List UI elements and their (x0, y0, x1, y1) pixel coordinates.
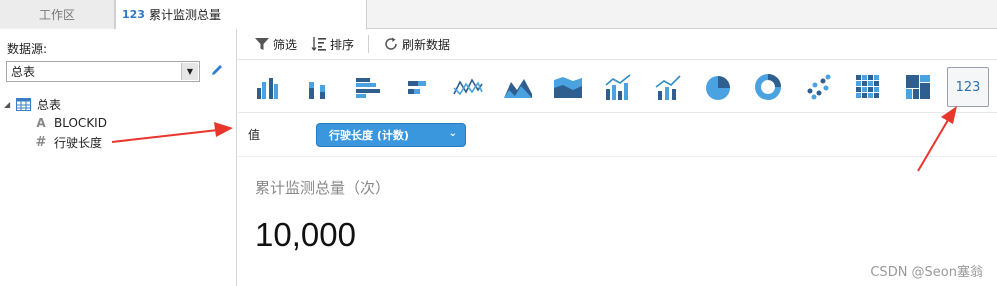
dropdown-arrow-icon[interactable]: ▼ (181, 63, 198, 80)
chart-type-stacked-bar[interactable] (398, 67, 438, 107)
text-field-icon: A (36, 116, 46, 130)
tab-bar: 工作区 123 累计监测总量 (0, 0, 997, 30)
chart-type-stacked-column[interactable] (298, 67, 338, 107)
tab-kpi-icon: 123 (122, 8, 145, 21)
column-chart-icon (257, 78, 278, 99)
chart-type-scatter[interactable] (798, 67, 838, 107)
donut-chart-icon (755, 74, 781, 100)
collapse-triangle-icon[interactable]: ◢ (4, 100, 16, 109)
tree-table-node[interactable]: ◢ 总表 (4, 95, 61, 113)
chevron-down-icon: ⌄ (448, 128, 457, 139)
chart-type-area[interactable] (498, 67, 538, 107)
stacked-bar-icon (408, 81, 426, 94)
treemap-icon (906, 75, 930, 99)
sort-label: 排序 (330, 37, 355, 52)
filter-label: 筛选 (273, 37, 298, 52)
line-chart-icon (453, 78, 483, 96)
stacked-area-icon (554, 77, 582, 98)
funnel-icon (255, 38, 269, 50)
chart-type-kpi-selected[interactable]: 123 (947, 67, 989, 107)
datasource-value: 总表 (11, 65, 36, 79)
tree-table-label: 总表 (37, 97, 62, 112)
chart-type-column[interactable] (248, 67, 288, 107)
chart-type-stacked-area[interactable] (548, 67, 588, 107)
tree-field-blockid[interactable]: A BLOCKID (34, 114, 107, 132)
tab-kpi-label: 累计监测总量 (148, 8, 221, 22)
refresh-icon (385, 37, 397, 50)
sort-button[interactable]: 排序 (311, 36, 354, 53)
chart-type-grid[interactable] (848, 67, 888, 107)
pie-chart-icon (706, 76, 730, 100)
grid-table-icon (856, 75, 879, 98)
bar-chart-icon (356, 78, 380, 98)
number-field-icon: # (35, 134, 47, 150)
toolbar-divider (368, 35, 370, 53)
kpi-value: 10,000 (255, 216, 356, 253)
table-icon (16, 97, 31, 111)
value-field-text: 行驶长度 (计数) (329, 129, 409, 142)
stacked-column-icon (309, 82, 325, 99)
tab-workspace-label: 工作区 (38, 8, 75, 22)
chart-type-bar[interactable] (348, 67, 388, 107)
combo-chart-icon (605, 74, 631, 100)
kpi-title: 累计监测总量（次） (255, 179, 391, 197)
value-field-row: 值 行驶长度 (计数) ⌄ (238, 115, 997, 157)
chart-type-donut[interactable] (748, 67, 788, 107)
chart-type-treemap[interactable] (898, 67, 938, 107)
chart-type-combo[interactable] (598, 67, 638, 107)
tab-workspace[interactable]: 工作区 (0, 0, 115, 29)
scatter-chart-icon (807, 74, 831, 100)
pencil-edit-icon[interactable] (209, 62, 225, 78)
tree-field-length[interactable]: # 行驶长度 (34, 133, 102, 151)
value-label: 值 (248, 128, 261, 142)
filter-button[interactable]: 筛选 (254, 36, 297, 53)
value-field-select[interactable]: 行驶长度 (计数) ⌄ (316, 123, 466, 147)
tab-kpi-active[interactable]: 123 累计监测总量 (115, 0, 367, 30)
chart-type-line[interactable] (448, 67, 488, 107)
chart-type-pie[interactable] (698, 67, 738, 107)
refresh-button[interactable]: 刷新数据 (383, 36, 450, 53)
datasource-label: 数据源: (7, 42, 48, 56)
field-label: BLOCKID (54, 116, 107, 130)
area-chart-icon (504, 79, 532, 98)
refresh-label: 刷新数据 (402, 37, 451, 52)
app-window: 工作区 123 累计监测总量 数据源: 总表 ▼ ◢ 总表 A BLOCKID … (0, 0, 997, 286)
watermark-text: CSDN @Seon塞翁 (870, 265, 983, 280)
datasource-select[interactable]: 总表 ▼ (6, 61, 200, 82)
chart-editor: 筛选 排序 刷新数据 123 值 行驶长度 (计数) ⌄ 累计监测总量（次） 1… (238, 29, 997, 286)
chart-type-picker: 123 (238, 61, 997, 113)
toolbar: 筛选 排序 刷新数据 (238, 29, 997, 60)
kpi-number-icon: 123 (955, 79, 981, 95)
datasource-panel: 数据源: 总表 ▼ ◢ 总表 A BLOCKID # 行驶长度 (0, 29, 237, 286)
chart-type-combo-line[interactable] (648, 67, 688, 107)
sort-icon (311, 37, 327, 52)
combo-line-icon (655, 75, 681, 100)
field-label: 行驶长度 (54, 135, 103, 150)
